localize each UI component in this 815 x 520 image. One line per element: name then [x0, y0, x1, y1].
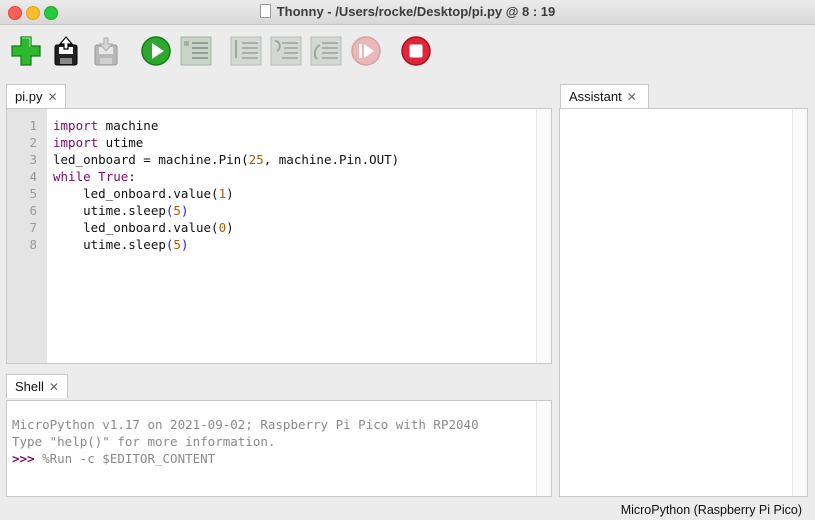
save-file-icon[interactable] — [90, 35, 122, 67]
step-over-icon[interactable] — [230, 35, 262, 67]
line-number: 2 — [29, 135, 37, 150]
close-tab-icon[interactable]: ✕ — [47, 90, 57, 104]
open-file-icon[interactable] — [50, 35, 82, 67]
toolbar — [0, 25, 815, 77]
code-line[interactable]: led_onboard.value(1) — [53, 186, 234, 201]
shell-command-line[interactable]: >>> %Run -c $EDITOR_CONTENT — [12, 451, 215, 466]
shell-prompt: >>> — [12, 451, 35, 466]
tab-pi-py[interactable]: pi.py ✕ — [6, 84, 66, 108]
tab-pi-py-label: pi.py — [15, 89, 43, 104]
tab-shell-label: Shell — [15, 379, 44, 394]
shell-banner-line: Type "help()" for more information. — [12, 434, 276, 449]
window-title: Thonny - /Users/rocke/Desktop/pi.py @ 8 … — [0, 4, 815, 19]
window-title-text: Thonny - /Users/rocke/Desktop/pi.py @ 8 … — [276, 4, 556, 19]
code-line[interactable]: led_onboard.value(0) — [53, 220, 234, 235]
shell-banner-line: MicroPython v1.17 on 2021-09-02; Raspber… — [12, 417, 479, 432]
shell-command: %Run -c $EDITOR_CONTENT — [34, 451, 216, 466]
editor-scrollbar[interactable] — [536, 109, 551, 363]
run-icon[interactable] — [140, 35, 172, 67]
code-line[interactable]: utime.sleep(5) — [53, 203, 188, 218]
document-icon — [259, 4, 271, 18]
tab-shell[interactable]: Shell ✕ — [6, 374, 68, 398]
resume-icon[interactable] — [350, 35, 382, 67]
shell-panel[interactable]: MicroPython v1.17 on 2021-09-02; Raspber… — [6, 400, 552, 497]
line-number: 5 — [29, 186, 37, 201]
tab-assistant[interactable]: Assistant ✕ — [560, 84, 649, 108]
line-number: 3 — [29, 152, 37, 167]
tab-assistant-label: Assistant — [569, 89, 622, 104]
assistant-panel[interactable] — [559, 108, 808, 497]
close-tab-icon[interactable]: ✕ — [49, 380, 59, 394]
step-into-icon[interactable] — [270, 35, 302, 67]
stop-icon[interactable] — [400, 35, 432, 67]
shell-scrollbar[interactable] — [536, 401, 551, 496]
close-tab-icon[interactable]: ✕ — [627, 90, 637, 104]
line-number: 6 — [29, 203, 37, 218]
step-out-icon[interactable] — [310, 35, 342, 67]
editor-panel[interactable]: 1 2 3 4 5 6 7 8 import machine import ut… — [6, 108, 552, 364]
line-number: 7 — [29, 220, 37, 235]
title-bar: Thonny - /Users/rocke/Desktop/pi.py @ 8 … — [0, 0, 815, 25]
code-line[interactable]: while True: — [53, 169, 136, 184]
line-number: 4 — [29, 169, 37, 184]
debug-icon[interactable] — [180, 35, 212, 67]
code-line[interactable]: utime.sleep(5) — [53, 237, 188, 252]
code-line[interactable]: import utime — [53, 135, 143, 150]
line-number: 8 — [29, 237, 37, 252]
code-line[interactable]: import machine — [53, 118, 158, 133]
new-file-icon[interactable] — [10, 35, 42, 67]
interpreter-status[interactable]: MicroPython (Raspberry Pi Pico) — [621, 503, 802, 517]
code-line[interactable]: led_onboard = machine.Pin(25, machine.Pi… — [53, 152, 399, 167]
assistant-scrollbar[interactable] — [792, 109, 807, 496]
line-number: 1 — [29, 118, 37, 133]
